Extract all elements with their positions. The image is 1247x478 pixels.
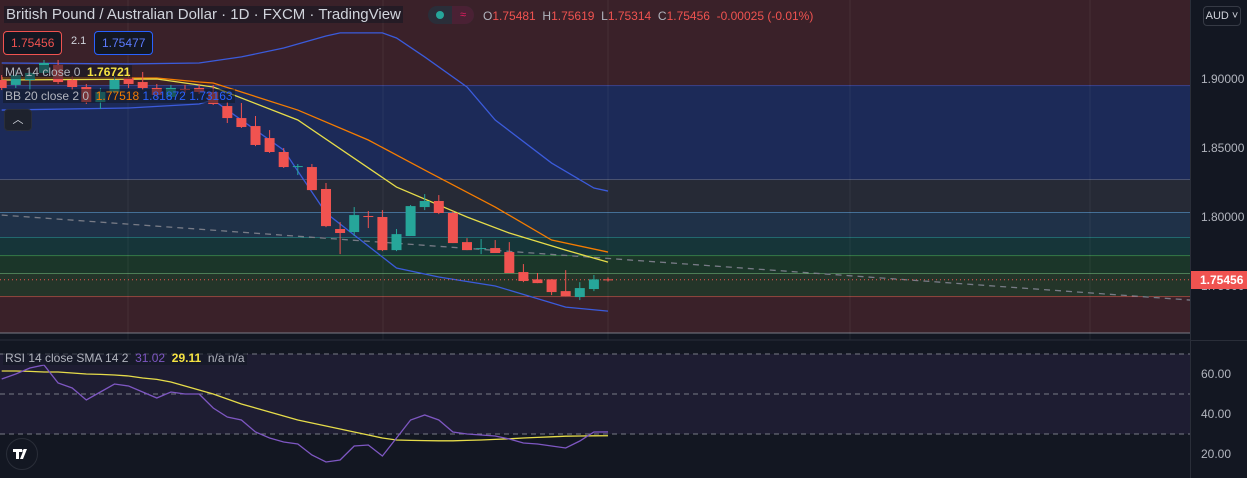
ohlc-readout: O1.75481 H1.75619 L1.75314 C1.75456 -0.0… — [483, 9, 813, 23]
close-value: 1.75456 — [666, 9, 710, 23]
high-label: H — [542, 9, 552, 23]
candle-up — [391, 234, 402, 251]
rsi-na-2: n/a — [227, 351, 245, 365]
fib-band — [0, 180, 1190, 213]
currency-label: AUD — [1205, 10, 1229, 22]
price-tick: 1.80000 — [1201, 210, 1245, 224]
bb-label: BB 20 close 2 0 — [5, 89, 90, 103]
low-value: 1.75314 — [607, 9, 652, 23]
low-label: L — [601, 9, 608, 23]
spread-value: 2.1 — [71, 35, 87, 47]
candle-up — [419, 200, 430, 208]
close-label: C — [657, 9, 667, 23]
market-wave-icon: ≈ — [452, 6, 474, 24]
bb-legend[interactable]: BB 20 close 2 0 1.77518 1.81872 1.73163 — [3, 89, 235, 103]
tradingview-logo-icon — [13, 449, 27, 459]
ma-legend[interactable]: MA 14 close 0 1.76721 — [3, 65, 133, 79]
chevron-up-icon: ︿ — [12, 114, 24, 126]
rsi-tick: 60.00 — [1201, 367, 1232, 381]
candle-down — [377, 217, 388, 251]
price-axis[interactable]: AUD ˅ 1.90000 1.85000 1.80000 1.75000 1.… — [1190, 0, 1247, 478]
candle-down — [560, 291, 571, 297]
chart-title: British Pound / Australian Dollar · 1D ·… — [4, 6, 403, 23]
rsi-label: RSI 14 close SMA 14 2 — [5, 351, 129, 365]
candle-down — [603, 279, 613, 281]
candle-down — [546, 279, 557, 293]
rsi-tick: 20.00 — [1201, 447, 1232, 461]
candle-down — [490, 248, 501, 254]
bb-upper-value: 1.81872 — [142, 89, 186, 103]
sell-price-button[interactable]: 1.75456 — [3, 31, 63, 55]
bb-lower-value: 1.73163 — [189, 89, 233, 103]
rsi-legend[interactable]: RSI 14 close SMA 14 2 31.02 29.11 n/a n/… — [3, 351, 247, 365]
price-tick: 1.85000 — [1201, 141, 1245, 155]
candle-down — [462, 242, 472, 251]
open-value: 1.75481 — [492, 9, 536, 23]
candle-down — [306, 167, 317, 191]
buy-price-button[interactable]: 1.75477 — [94, 31, 154, 55]
current-price-label: 1.75456 — [1191, 271, 1247, 289]
fib-band — [0, 297, 1190, 334]
candle-up — [476, 248, 487, 250]
bb-basis-value: 1.77518 — [95, 89, 140, 103]
candle-up — [574, 288, 585, 298]
candle-down — [532, 279, 543, 284]
candle-down — [0, 79, 7, 88]
tradingview-logo[interactable] — [6, 438, 38, 470]
ma-value: 1.76721 — [87, 65, 131, 79]
candle-up — [588, 279, 599, 290]
candle-down — [67, 79, 78, 88]
change-value: -0.00025 (-0.01%) — [716, 9, 814, 23]
currency-dropdown[interactable]: AUD ˅ — [1203, 6, 1241, 26]
candle-up — [405, 206, 416, 237]
candle-up — [349, 215, 360, 233]
open-label: O — [483, 9, 493, 23]
rsi-sma-value: 29.11 — [171, 351, 202, 365]
rsi-tick: 40.00 — [1201, 407, 1232, 421]
candle-down — [321, 188, 331, 227]
collapse-legend-button[interactable]: ︿ — [4, 109, 32, 131]
price-tick: 1.90000 — [1201, 72, 1245, 86]
market-open-dot-icon — [436, 11, 444, 19]
candle-down — [363, 216, 374, 218]
fib-band — [0, 212, 1190, 238]
candle-down — [236, 118, 247, 128]
candle-down — [137, 82, 148, 88]
candle-down — [447, 212, 458, 244]
candle-down — [335, 229, 346, 234]
rsi-value: 31.02 — [135, 351, 166, 365]
high-value: 1.75619 — [551, 9, 595, 23]
candle-down — [264, 138, 275, 153]
candle-up — [292, 166, 303, 168]
pane-separator[interactable] — [1191, 340, 1247, 341]
candle-down — [278, 152, 289, 168]
candle-down — [504, 252, 515, 274]
candle-down — [433, 200, 444, 213]
fib-band — [0, 237, 1190, 257]
chart-canvas[interactable] — [0, 0, 1190, 478]
rsi-na-1: n/a — [207, 351, 225, 365]
candle-down — [518, 272, 529, 282]
market-status[interactable]: ≈ — [428, 6, 474, 24]
candle-down — [222, 106, 233, 119]
chevron-down-icon: ˅ — [1231, 10, 1239, 22]
candle-down — [250, 126, 261, 145]
ma-label: MA 14 close 0 — [5, 65, 81, 79]
